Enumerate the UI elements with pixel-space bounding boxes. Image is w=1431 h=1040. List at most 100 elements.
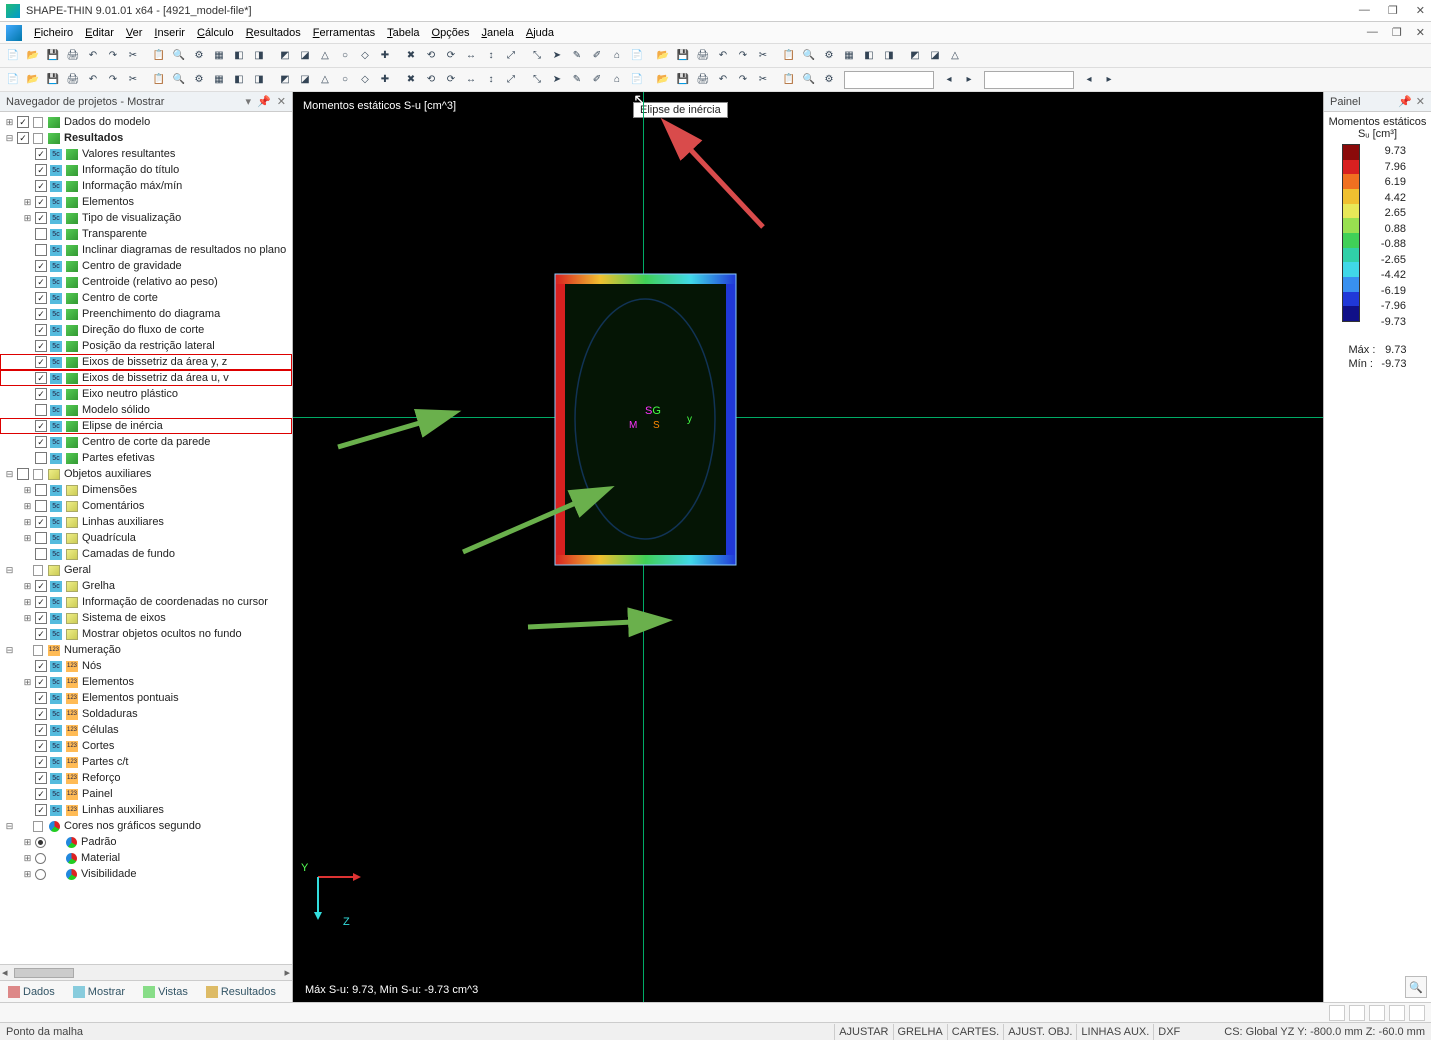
checkbox[interactable]: ✓	[35, 244, 47, 256]
tree-item[interactable]: ✓5cCentro de corte	[0, 290, 292, 306]
menu-inserir[interactable]: Inserir	[148, 25, 191, 41]
tree-item[interactable]: ✓5cEixos de bissetriz da área u, v	[0, 370, 292, 386]
menu-editar[interactable]: Editar	[79, 25, 120, 41]
toolbar-button[interactable]: ◩	[906, 47, 924, 65]
expander-icon[interactable]: ⊟	[4, 821, 15, 832]
view-icon-4[interactable]	[1389, 1005, 1405, 1021]
checkbox[interactable]: ✓	[35, 196, 47, 208]
checkbox[interactable]: ✓	[35, 276, 47, 288]
toolbar-button[interactable]: ↕	[482, 47, 500, 65]
toolbar-button[interactable]: ↶	[84, 47, 102, 65]
toolbar-button[interactable]: 📂	[24, 71, 42, 89]
toolbar-combo[interactable]	[844, 71, 934, 89]
checkbox[interactable]: ✓	[35, 580, 47, 592]
mdi-restore-button[interactable]: ❐	[1392, 26, 1402, 39]
checkbox[interactable]: ✓	[35, 756, 47, 768]
checkbox[interactable]: ✓	[35, 324, 47, 336]
toolbar-button[interactable]: 📄	[4, 71, 22, 89]
toolbar-button[interactable]: ↶	[714, 47, 732, 65]
h-scrollbar[interactable]: ◂ ▸	[0, 964, 292, 980]
checkbox[interactable]: ✓	[17, 116, 29, 128]
toolbar-button[interactable]: 🖨	[694, 71, 712, 89]
toolbar-button[interactable]: 💾	[674, 71, 692, 89]
toolbar-button[interactable]: 📂	[654, 47, 672, 65]
checkbox[interactable]: ✓	[35, 708, 47, 720]
view-icon-1[interactable]	[1329, 1005, 1345, 1021]
checkbox[interactable]: ✓	[35, 548, 47, 560]
tree-item[interactable]: ⊟123Numeração	[0, 642, 292, 658]
status-toggle-grelha[interactable]: GRELHA	[893, 1024, 947, 1040]
tree-item[interactable]: ✓5c123Elementos pontuais	[0, 690, 292, 706]
menu-resultados[interactable]: Resultados	[240, 25, 307, 41]
checkbox[interactable]: ✓	[35, 228, 47, 240]
toolbar-button[interactable]: 📋	[150, 71, 168, 89]
checkbox[interactable]: ✓	[35, 676, 47, 688]
toolbar-button[interactable]: ✂	[754, 47, 772, 65]
nav-next-button[interactable]: ▸	[960, 71, 978, 89]
checkbox[interactable]: ✓	[35, 308, 47, 320]
toolbar-button[interactable]: 💾	[44, 47, 62, 65]
expander-icon[interactable]: ⊞	[22, 213, 33, 224]
toolbar-button[interactable]: ✎	[568, 71, 586, 89]
expander-icon[interactable]: ⊞	[22, 517, 33, 528]
tree-item[interactable]: ⊞Material	[0, 850, 292, 866]
minimize-button[interactable]: —	[1359, 4, 1370, 17]
checkbox[interactable]: ✓	[35, 372, 47, 384]
toolbar-button[interactable]: ✖	[402, 47, 420, 65]
tree-item[interactable]: ✓5cCamadas de fundo	[0, 546, 292, 562]
tree-item[interactable]: ✓5c123Soldaduras	[0, 706, 292, 722]
toolbar-button[interactable]: ▦	[840, 47, 858, 65]
toolbar-combo[interactable]	[984, 71, 1074, 89]
radio-button[interactable]	[35, 853, 46, 864]
checkbox[interactable]: ✓	[35, 532, 47, 544]
toolbar-button[interactable]: ○	[336, 47, 354, 65]
expander-icon[interactable]: ⊟	[4, 469, 15, 480]
toolbar-button[interactable]: ➤	[548, 71, 566, 89]
nav-tab-vistas[interactable]: Vistas	[139, 982, 192, 1002]
toolbar-button[interactable]: 📄	[628, 47, 646, 65]
toolbar-button[interactable]: 💾	[44, 71, 62, 89]
toolbar-button[interactable]: ◪	[296, 71, 314, 89]
tree-item[interactable]: ✓5c123Partes c/t	[0, 754, 292, 770]
tree-item[interactable]: ✓5cValores resultantes	[0, 146, 292, 162]
tree-item[interactable]: ⊞✓5cElementos	[0, 194, 292, 210]
checkbox[interactable]: ✓	[17, 132, 29, 144]
toolbar-button[interactable]: 📂	[654, 71, 672, 89]
toolbar-button[interactable]: ➤	[548, 47, 566, 65]
tree-view[interactable]: ⊞✓Dados do modelo⊟✓Resultados✓5cValores …	[0, 112, 292, 964]
toolbar-button[interactable]: ⟲	[422, 71, 440, 89]
checkbox[interactable]: ✓	[17, 468, 29, 480]
checkbox[interactable]: ✓	[35, 628, 47, 640]
toolbar-button[interactable]: ⌂	[608, 71, 626, 89]
tree-item[interactable]: ✓5cCentro de gravidade	[0, 258, 292, 274]
tree-item[interactable]: ✓5cEixo neutro plástico	[0, 386, 292, 402]
tree-item[interactable]: ⊞✓5cInformação de coordenadas no cursor	[0, 594, 292, 610]
toolbar-button[interactable]: 📄	[4, 47, 22, 65]
tree-item[interactable]: ⊟✓Objetos auxiliares	[0, 466, 292, 482]
toolbar-button[interactable]: ↔	[462, 47, 480, 65]
expander-icon[interactable]: ⊞	[4, 117, 15, 128]
tree-item[interactable]: ✓5cMostrar objetos ocultos no fundo	[0, 626, 292, 642]
toolbar-button[interactable]: ⚙	[820, 47, 838, 65]
toolbar-button[interactable]: ◇	[356, 71, 374, 89]
checkbox[interactable]: ✓	[35, 484, 47, 496]
toolbar-button[interactable]: 📋	[150, 47, 168, 65]
toolbar-button[interactable]: 💾	[674, 47, 692, 65]
tree-item[interactable]: ⊞✓5cSistema de eixos	[0, 610, 292, 626]
toolbar-button[interactable]: 📋	[780, 47, 798, 65]
toolbar-button[interactable]: ✐	[588, 71, 606, 89]
toolbar-button[interactable]: △	[316, 47, 334, 65]
toolbar-button[interactable]: ✚	[376, 47, 394, 65]
tree-item[interactable]: ✓5cPreenchimento do diagrama	[0, 306, 292, 322]
toolbar-button[interactable]: ◨	[880, 47, 898, 65]
menu-janela[interactable]: Janela	[475, 25, 519, 41]
tree-item[interactable]: ⊟Cores nos gráficos segundo	[0, 818, 292, 834]
checkbox[interactable]: ✓	[35, 500, 47, 512]
tree-item[interactable]: ⊟Geral	[0, 562, 292, 578]
expander-icon[interactable]: ⊟	[4, 645, 15, 656]
toolbar-button[interactable]: ↶	[714, 71, 732, 89]
menu-opções[interactable]: Opções	[426, 25, 476, 41]
nav-prev-button[interactable]: ◂	[940, 71, 958, 89]
toolbar-button[interactable]: 📋	[780, 71, 798, 89]
expander-icon[interactable]: ⊞	[22, 533, 33, 544]
